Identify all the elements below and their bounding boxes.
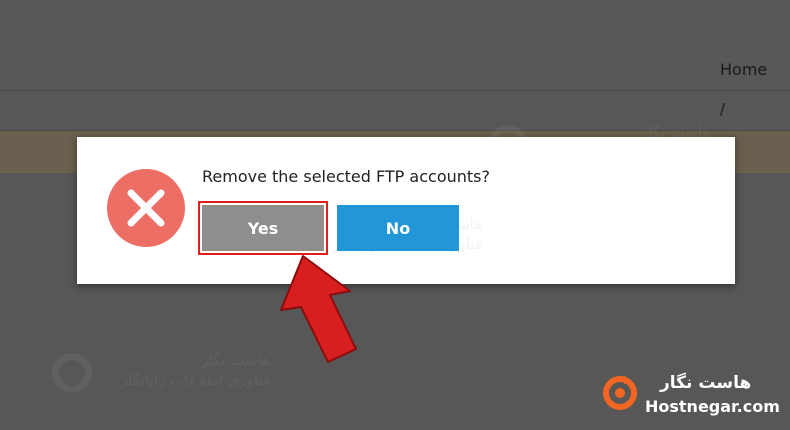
brand-domain: Hostnegar.com bbox=[645, 397, 780, 416]
hostnegar-logo-icon bbox=[603, 375, 637, 410]
brand-name-fa: هاست نگار bbox=[660, 373, 752, 393]
red-arrow-icon bbox=[280, 255, 357, 363]
